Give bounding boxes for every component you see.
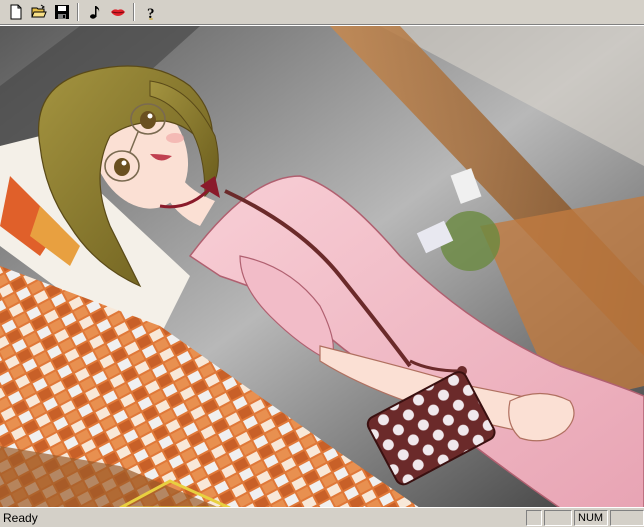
illustration-image bbox=[0, 26, 644, 507]
status-text: Ready bbox=[3, 510, 38, 525]
status-pane-1 bbox=[526, 509, 542, 526]
media-toolbar-group bbox=[83, 1, 129, 23]
voice-button[interactable] bbox=[106, 1, 129, 23]
save-file-button[interactable] bbox=[50, 1, 73, 23]
help-icon: ? bbox=[147, 6, 155, 20]
open-file-button[interactable] bbox=[27, 1, 50, 23]
help-button[interactable]: ? bbox=[139, 1, 162, 23]
floppy-disk-icon bbox=[54, 5, 69, 19]
new-file-button[interactable] bbox=[4, 1, 27, 23]
status-bar: Ready NUM bbox=[0, 507, 644, 527]
toolbar: ? bbox=[0, 0, 644, 25]
new-document-icon bbox=[10, 4, 21, 20]
status-pane-2 bbox=[544, 509, 572, 526]
file-toolbar-group bbox=[4, 1, 73, 23]
help-toolbar-group: ? bbox=[139, 1, 162, 23]
image-viewport[interactable] bbox=[0, 25, 644, 507]
lips-icon bbox=[110, 9, 125, 16]
toolbar-separator bbox=[133, 3, 135, 21]
music-button[interactable] bbox=[83, 1, 106, 23]
svg-text:?: ? bbox=[147, 6, 155, 20]
app-window: ? Ready NUM bbox=[0, 0, 644, 527]
open-folder-icon bbox=[30, 4, 47, 18]
status-pane-4 bbox=[610, 509, 644, 526]
toolbar-separator bbox=[77, 3, 79, 21]
num-lock-indicator: NUM bbox=[574, 509, 608, 526]
music-note-icon bbox=[89, 6, 99, 19]
